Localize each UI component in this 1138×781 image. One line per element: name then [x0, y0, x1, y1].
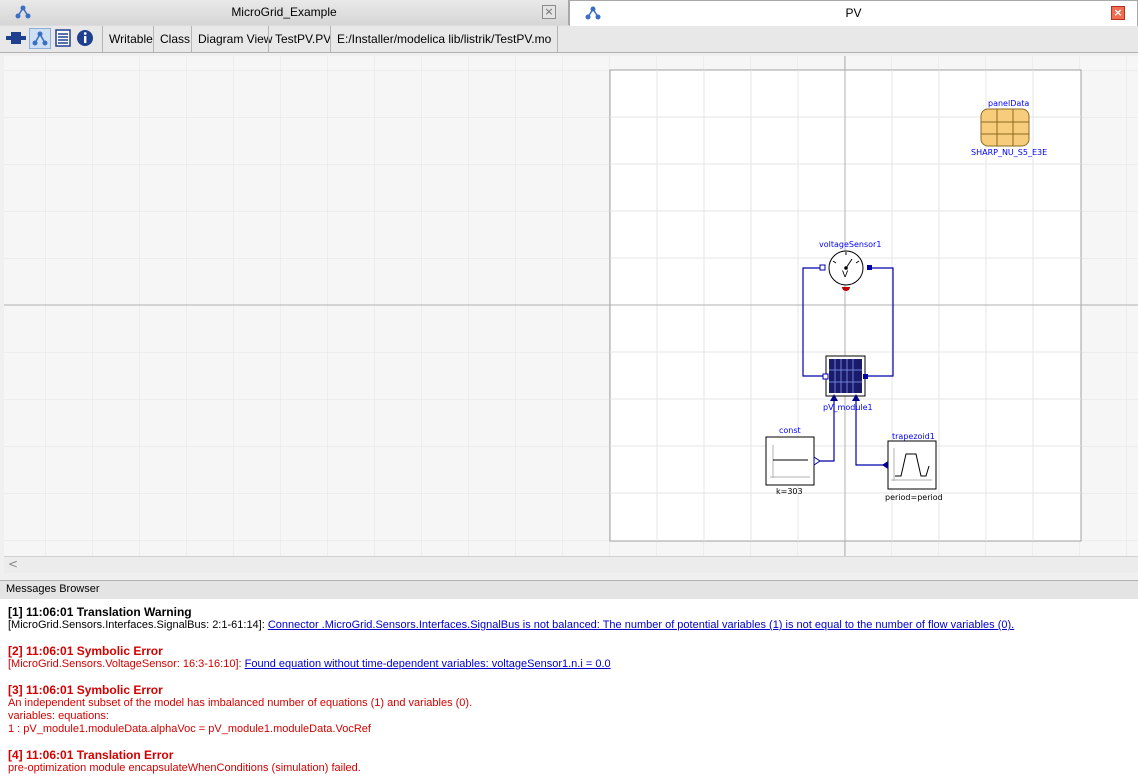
message-text: An independent subset of the model has i…: [8, 697, 473, 709]
tab-microgrid-example[interactable]: MicroGrid_Example ×: [0, 0, 569, 25]
pv-module-label: pV_module1: [823, 403, 873, 412]
message-heading: [4] 11:06:01 Translation Error: [8, 748, 174, 762]
const-block-component[interactable]: [765, 436, 821, 486]
horizontal-scrollbar[interactable]: <: [4, 556, 1138, 573]
diagram-icon: [32, 31, 48, 46]
text-view-button[interactable]: [53, 28, 73, 49]
message-source: [MicroGrid.Sensors.Interfaces.SignalBus:…: [8, 619, 265, 631]
writable-status: Writable: [102, 26, 159, 52]
tab-label: PV: [845, 6, 862, 20]
message-text: pre-optimization module encapsulateWhenC…: [8, 762, 361, 774]
message-source: [MicroGrid.Sensors.VoltageSensor: 16:3-1…: [8, 658, 242, 670]
message-body: [MicroGrid.Sensors.VoltageSensor: 16:3-1…: [8, 658, 611, 670]
voltage-sensor-symbol: V: [842, 270, 849, 280]
view-type-label: Diagram View: [191, 26, 278, 52]
tab-label: MicroGrid_Example: [231, 5, 337, 19]
const-label: const: [779, 426, 801, 435]
tab-bar: MicroGrid_Example × PV ×: [0, 0, 1138, 27]
message-heading: [3] 11:06:01 Symbolic Error: [8, 683, 163, 697]
pv-module-component[interactable]: [822, 355, 868, 401]
trapezoid-label: trapezoid1: [892, 432, 935, 441]
voltage-sensor-label: voltageSensor1: [819, 240, 882, 249]
documentation-view-button[interactable]: [75, 28, 95, 49]
diagram-svg: [4, 56, 1138, 556]
messages-list: [1] 11:06:01 Translation Warning [MicroG…: [0, 599, 1138, 781]
icon-view-button[interactable]: [5, 28, 27, 49]
close-icon[interactable]: ×: [1111, 6, 1125, 20]
info-icon: [77, 30, 93, 46]
close-icon[interactable]: ×: [542, 5, 556, 19]
trapezoid-parameter: period=period: [885, 493, 943, 502]
message-text: variables: equations:: [8, 710, 109, 722]
diagram-canvas[interactable]: panelData SHARP_NU_S5_E3E voltageSensor1…: [4, 56, 1138, 556]
message-text: 1 : pV_module1.moduleData.alphaVoc = pV_…: [8, 723, 371, 735]
text-document-icon: [55, 29, 71, 47]
messages-browser-title: Messages Browser: [6, 583, 100, 595]
message-link[interactable]: Found equation without time-dependent va…: [245, 658, 611, 670]
messages-browser-header: Messages Browser: [0, 580, 1138, 600]
model-name-label: TestPV.PV: [268, 26, 337, 52]
tab-pv[interactable]: PV ×: [569, 0, 1138, 26]
restriction-label: Class: [153, 26, 196, 52]
diagram-view-button[interactable]: [29, 28, 51, 49]
scroll-left-icon[interactable]: <: [8, 557, 18, 571]
message-body: [MicroGrid.Sensors.Interfaces.SignalBus:…: [8, 619, 1014, 631]
panel-data-component[interactable]: [980, 108, 1030, 147]
model-toolbar: Writable Class Diagram View TestPV.PV E:…: [0, 26, 1138, 53]
connector-icon: [6, 32, 26, 44]
panel-data-record: SHARP_NU_S5_E3E: [971, 148, 1048, 157]
message-heading: [2] 11:06:01 Symbolic Error: [8, 644, 163, 658]
message-link[interactable]: Connector .MicroGrid.Sensors.Interfaces.…: [268, 619, 1014, 631]
panel-data-label: panelData: [988, 99, 1030, 108]
file-path-label: E:/Installer/modelica lib/listrik/TestPV…: [330, 26, 559, 52]
const-parameter: k=303: [776, 487, 803, 496]
trapezoid-block-component[interactable]: [882, 440, 937, 490]
message-heading: [1] 11:06:01 Translation Warning: [8, 605, 192, 619]
